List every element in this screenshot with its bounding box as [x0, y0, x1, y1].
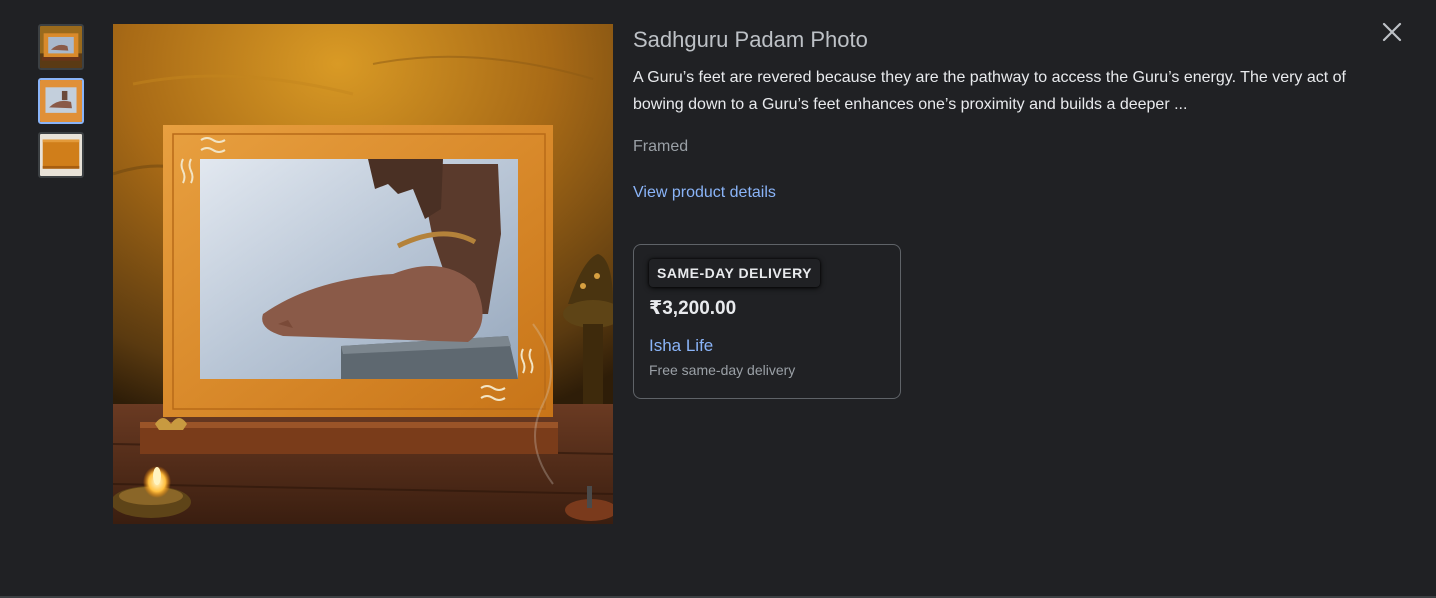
offer-price: ₹3,200.00	[649, 298, 737, 319]
product-main-image	[113, 24, 613, 524]
thumbnail-3[interactable]	[38, 132, 84, 178]
offer-card[interactable]: SAME-DAY DELIVERY ₹3,200.00 Isha Life Fr…	[633, 244, 901, 399]
close-button[interactable]	[1376, 16, 1408, 48]
product-title: Sadhguru Padam Photo	[633, 27, 868, 52]
product-viewer: Sadhguru Padam Photo A Guru’s feet are r…	[0, 0, 1436, 598]
thumbnail-1[interactable]	[38, 24, 84, 70]
product-description: A Guru’s feet are revered because they a…	[633, 69, 1346, 113]
product-details: Sadhguru Padam Photo A Guru’s feet are r…	[633, 24, 1383, 399]
close-icon	[1382, 22, 1402, 42]
view-product-details-link[interactable]: View product details	[633, 182, 776, 204]
thumbnail-strip	[38, 24, 88, 186]
same-day-delivery-badge: SAME-DAY DELIVERY	[649, 259, 821, 287]
seller-name[interactable]: Isha Life	[649, 335, 885, 357]
product-variant: Framed	[633, 138, 689, 155]
delivery-note: Free same-day delivery	[649, 362, 796, 378]
thumbnail-2[interactable]	[38, 78, 84, 124]
